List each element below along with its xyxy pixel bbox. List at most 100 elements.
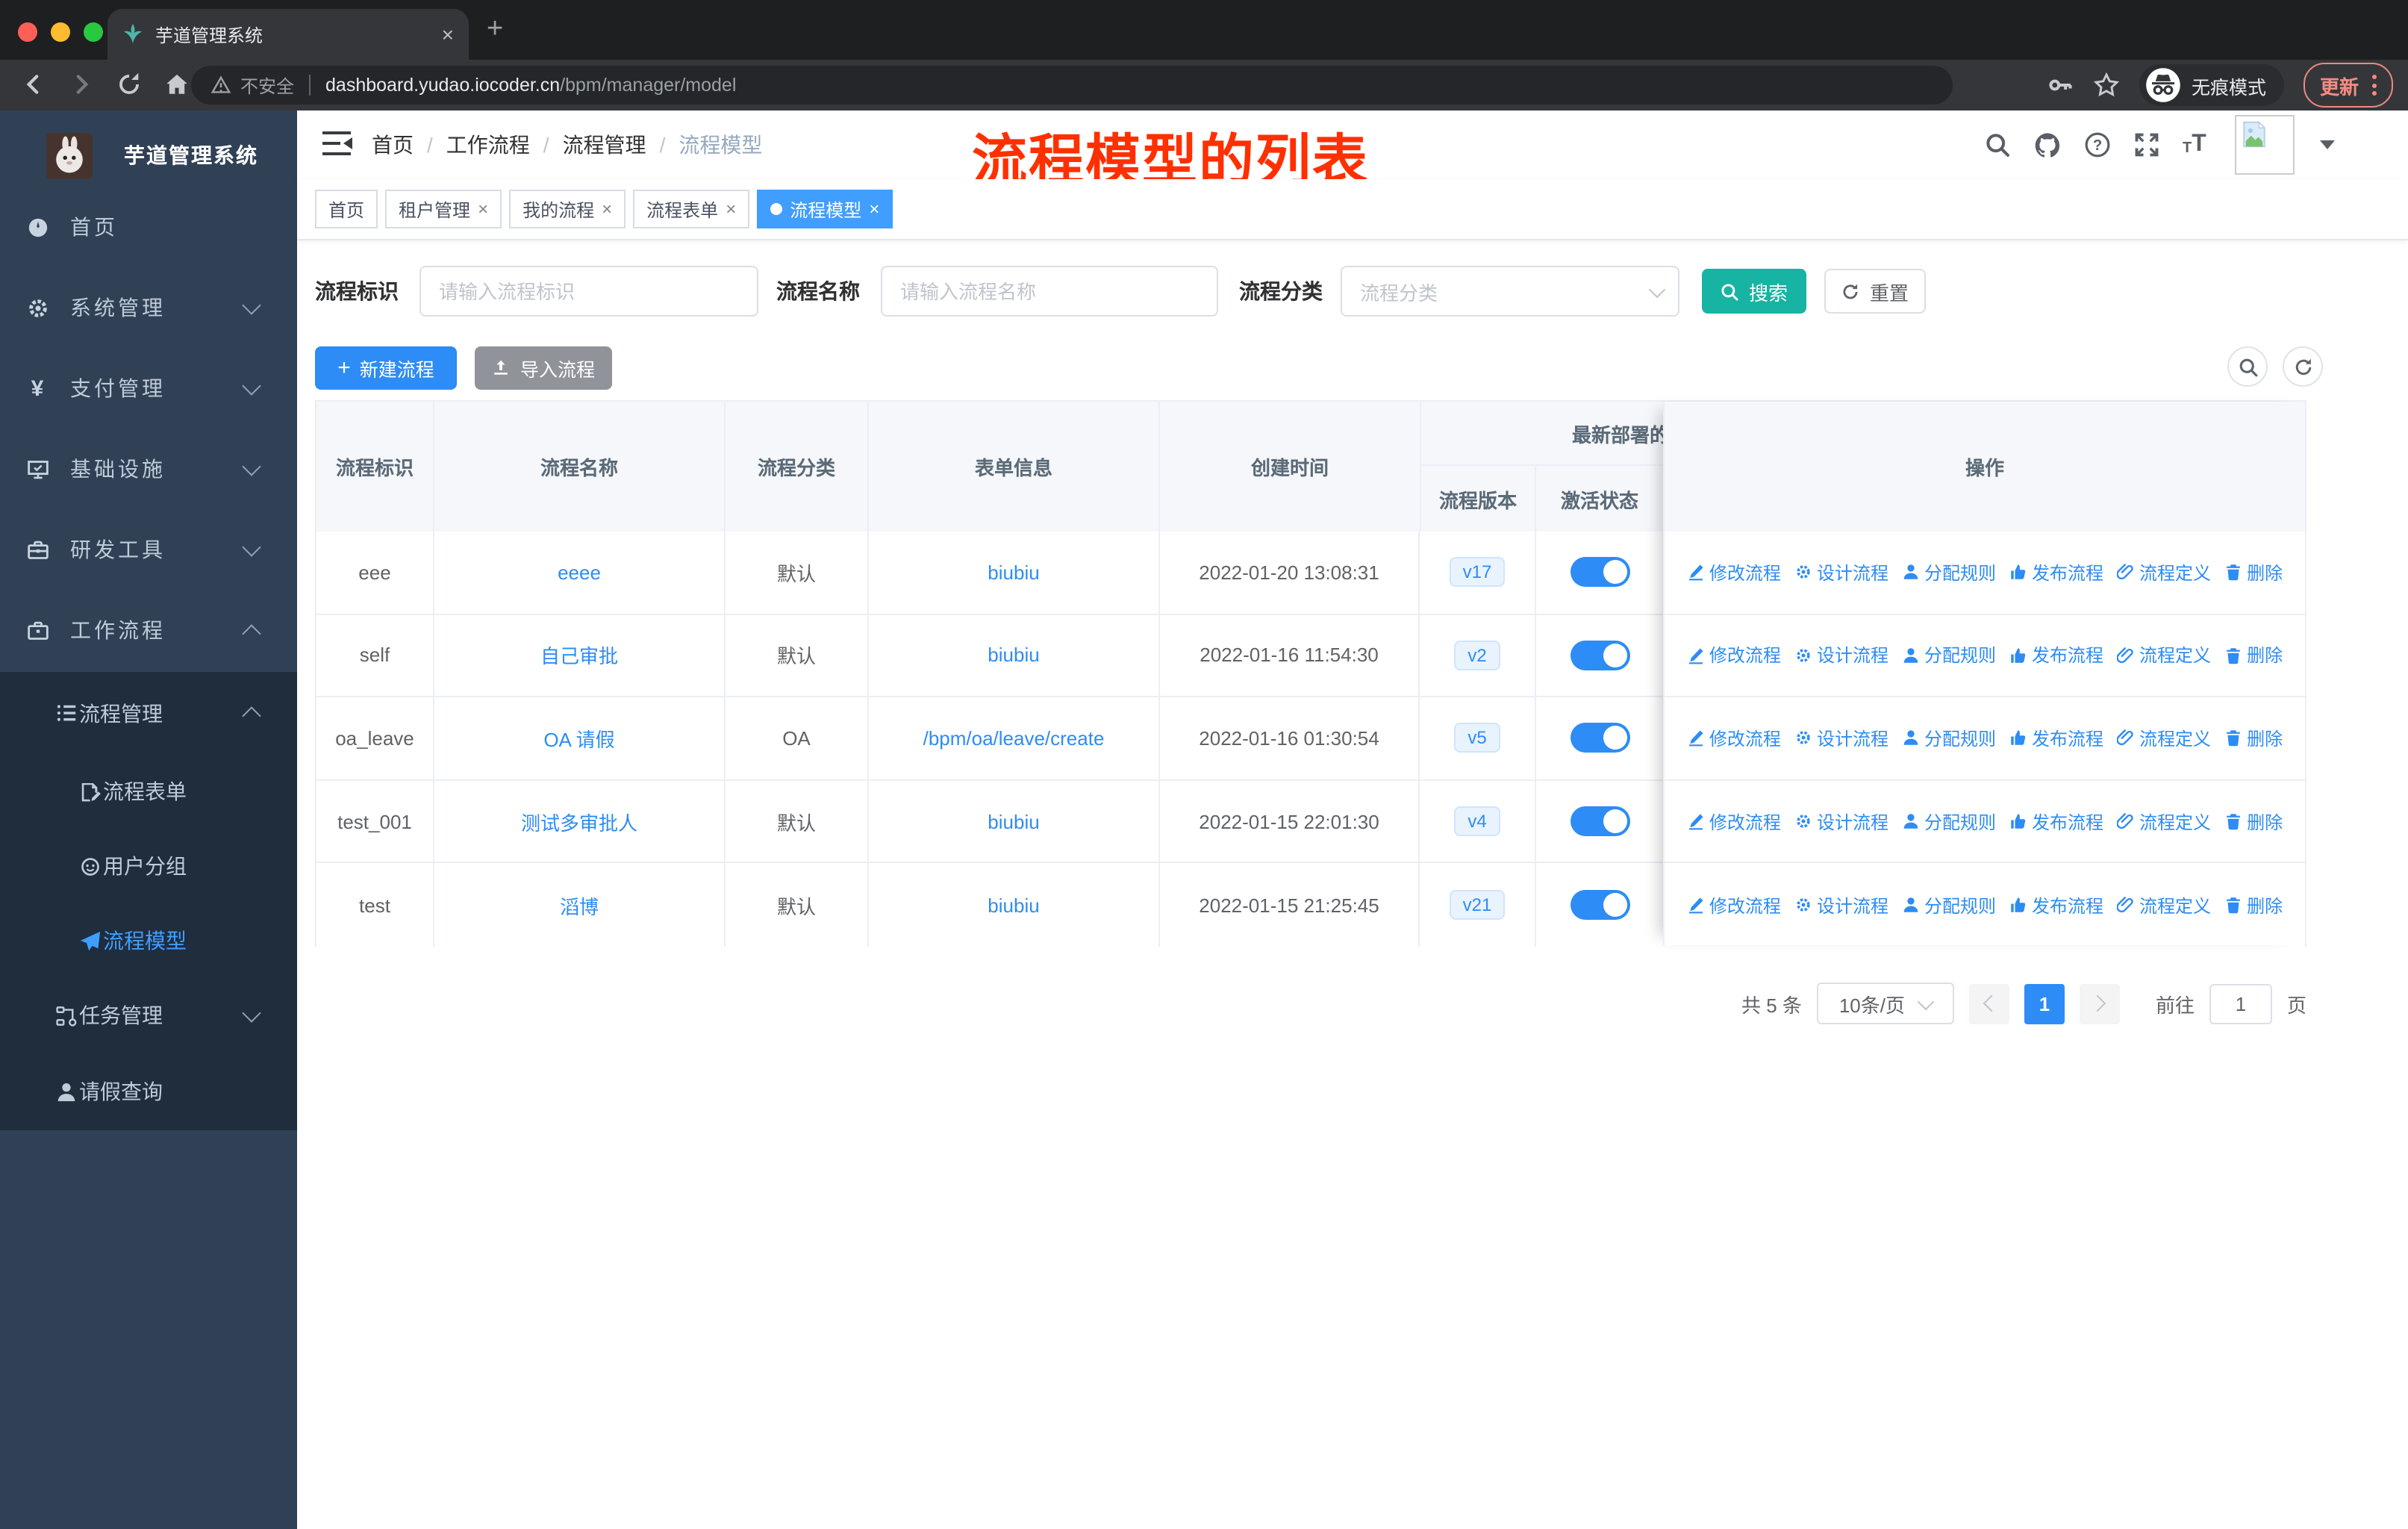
action-design[interactable]: 设计流程: [1794, 560, 1888, 585]
tab-close-icon[interactable]: ×: [442, 24, 454, 45]
action-design[interactable]: 设计流程: [1794, 809, 1888, 834]
create-process-button[interactable]: + 新建流程: [315, 346, 457, 390]
breadcrumb-workflow[interactable]: 工作流程: [446, 130, 530, 160]
action-edit[interactable]: 修改流程: [1687, 560, 1781, 585]
sidebar-item-process-form[interactable]: 流程表单: [0, 754, 297, 829]
action-assign-rule[interactable]: 分配规则: [1902, 643, 1996, 668]
search-icon[interactable]: [1984, 131, 2011, 158]
sidebar-item-home[interactable]: 首页: [0, 187, 297, 267]
search-button[interactable]: 搜索: [1702, 269, 1806, 314]
version-badge[interactable]: v2: [1454, 640, 1500, 670]
active-toggle[interactable]: [1570, 806, 1630, 837]
action-definition[interactable]: 流程定义: [2117, 726, 2211, 751]
collapse-sidebar-icon[interactable]: [322, 131, 352, 157]
action-edit[interactable]: 修改流程: [1687, 726, 1781, 751]
action-delete[interactable]: 删除: [2224, 643, 2283, 668]
version-badge[interactable]: v4: [1454, 806, 1500, 837]
sidebar-item-process-model[interactable]: 流程模型: [0, 903, 297, 978]
zoom-window-button[interactable]: [84, 22, 103, 42]
action-publish[interactable]: 发布流程: [2009, 643, 2103, 668]
action-publish[interactable]: 发布流程: [2009, 809, 2103, 834]
active-toggle[interactable]: [1570, 890, 1630, 921]
action-edit[interactable]: 修改流程: [1687, 892, 1781, 918]
sidebar-item-workflow[interactable]: 工作流程: [0, 590, 297, 670]
import-process-button[interactable]: 导入流程: [475, 346, 612, 390]
form-link[interactable]: biubiu: [988, 894, 1039, 916]
font-size-icon[interactable]: TT: [2183, 132, 2206, 157]
browser-tab[interactable]: 芋道管理系统 ×: [107, 9, 469, 60]
filter-category-select[interactable]: 流程分类: [1341, 266, 1679, 317]
close-icon[interactable]: ×: [726, 199, 736, 219]
close-icon[interactable]: ×: [478, 199, 488, 219]
minimize-window-button[interactable]: [51, 22, 70, 42]
action-assign-rule[interactable]: 分配规则: [1902, 892, 1996, 918]
tag-process-model[interactable]: 流程模型 ×: [757, 190, 893, 228]
sidebar-item-task-mgmt[interactable]: 任务管理: [0, 978, 297, 1053]
action-edit[interactable]: 修改流程: [1687, 643, 1781, 668]
tag-my-process[interactable]: 我的流程 ×: [509, 190, 626, 228]
url-bar[interactable]: 不安全 dashboard.yudao.iocoder.cn /bpm/mana…: [191, 66, 1953, 105]
filter-id-input[interactable]: [419, 266, 758, 317]
action-edit[interactable]: 修改流程: [1687, 809, 1781, 834]
active-toggle[interactable]: [1570, 723, 1630, 753]
action-delete[interactable]: 删除: [2224, 892, 2283, 918]
action-assign-rule[interactable]: 分配规则: [1902, 726, 1996, 751]
version-badge[interactable]: v21: [1449, 890, 1506, 921]
avatar-caret-icon[interactable]: [2319, 140, 2335, 149]
prev-page-button[interactable]: [1968, 983, 2009, 1024]
show-search-button[interactable]: [2227, 346, 2268, 387]
version-badge[interactable]: v17: [1449, 557, 1506, 588]
menu-dots-icon[interactable]: [2372, 75, 2377, 96]
form-link[interactable]: /bpm/oa/leave/create: [923, 727, 1105, 750]
action-publish[interactable]: 发布流程: [2009, 892, 2103, 918]
form-link[interactable]: biubiu: [988, 644, 1039, 667]
key-icon[interactable]: [2047, 72, 2074, 99]
action-design[interactable]: 设计流程: [1794, 726, 1888, 751]
process-name-link[interactable]: 滔博: [560, 891, 599, 919]
process-name-link[interactable]: eeee: [558, 561, 601, 584]
new-tab-button[interactable]: +: [487, 15, 503, 43]
sidebar-item-process-mgmt[interactable]: 流程管理: [0, 672, 297, 754]
github-icon[interactable]: [2033, 131, 2062, 159]
next-page-button[interactable]: [2079, 983, 2120, 1024]
app-logo-row[interactable]: 芋道管理系统: [0, 125, 297, 185]
active-toggle[interactable]: [1570, 640, 1630, 670]
close-window-button[interactable]: [18, 22, 37, 42]
avatar[interactable]: [2234, 115, 2295, 175]
action-definition[interactable]: 流程定义: [2117, 809, 2211, 834]
breadcrumb-home[interactable]: 首页: [372, 130, 414, 160]
action-publish[interactable]: 发布流程: [2009, 726, 2103, 751]
sidebar-item-payment[interactable]: ¥ 支付管理: [0, 348, 297, 429]
forward-icon[interactable]: [69, 72, 94, 97]
action-definition[interactable]: 流程定义: [2117, 560, 2211, 585]
action-delete[interactable]: 删除: [2224, 809, 2283, 834]
action-design[interactable]: 设计流程: [1794, 892, 1888, 918]
action-definition[interactable]: 流程定义: [2117, 643, 2211, 668]
filter-name-input[interactable]: [881, 266, 1218, 317]
tag-process-form[interactable]: 流程表单 ×: [633, 190, 750, 228]
process-name-link[interactable]: 测试多审批人: [521, 807, 637, 835]
action-assign-rule[interactable]: 分配规则: [1902, 809, 1996, 834]
action-publish[interactable]: 发布流程: [2009, 560, 2103, 585]
action-definition[interactable]: 流程定义: [2117, 892, 2211, 918]
close-icon[interactable]: ×: [602, 199, 612, 219]
form-link[interactable]: biubiu: [988, 810, 1039, 832]
version-badge[interactable]: v5: [1454, 723, 1500, 753]
form-link[interactable]: biubiu: [988, 561, 1039, 584]
sidebar-item-system[interactable]: 系统管理: [0, 267, 297, 348]
home-icon[interactable]: [164, 72, 190, 97]
back-icon[interactable]: [21, 72, 46, 97]
tag-home[interactable]: 首页: [315, 190, 378, 228]
refresh-table-button[interactable]: [2283, 346, 2323, 387]
action-assign-rule[interactable]: 分配规则: [1902, 560, 1996, 585]
page-size-select[interactable]: 10条/页: [1816, 983, 1954, 1024]
fullscreen-icon[interactable]: [2133, 131, 2160, 158]
action-delete[interactable]: 删除: [2224, 726, 2283, 751]
tag-tenant[interactable]: 租户管理 ×: [385, 190, 502, 228]
breadcrumb-process-mgmt[interactable]: 流程管理: [563, 130, 646, 160]
reset-button[interactable]: 重置: [1824, 269, 1926, 314]
bookmark-star-icon[interactable]: [2093, 72, 2120, 99]
sidebar-item-leave-query[interactable]: 请假查询: [0, 1053, 297, 1130]
action-design[interactable]: 设计流程: [1794, 643, 1888, 668]
sidebar-item-devtools[interactable]: 研发工具: [0, 509, 297, 590]
